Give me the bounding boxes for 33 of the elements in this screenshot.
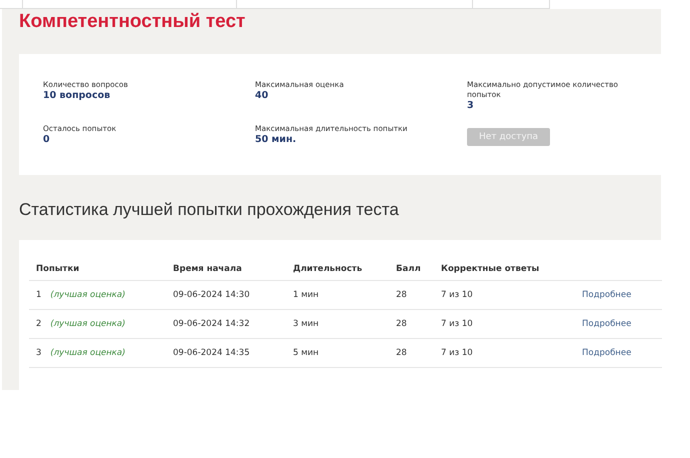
page-title: Компетентностный тест	[19, 10, 246, 34]
table-cell: 09-06-2024 14:30	[166, 280, 286, 310]
table-cell: 09-06-2024 14:32	[166, 310, 286, 338]
details-link[interactable]: Подробнее	[582, 290, 632, 300]
column-header: Длительность	[286, 260, 389, 280]
table-cell: 5 мин	[286, 338, 389, 368]
table-cell: 7 из 10	[434, 310, 575, 338]
table-cell: 09-06-2024 14:35	[166, 338, 286, 368]
table-cell: 7 из 10	[434, 338, 575, 368]
column-header: Попытки	[29, 260, 166, 280]
attempt-number: 1	[36, 290, 42, 300]
best-score-note: (лучшая оценка)	[50, 348, 126, 358]
details-link[interactable]: Подробнее	[582, 319, 632, 329]
info-value: 3	[467, 100, 475, 111]
table-cell: 28	[389, 310, 434, 338]
best-score-note: (лучшая оценка)	[50, 319, 126, 329]
best-score-note: (лучшая оценка)	[50, 290, 126, 300]
column-header: Корректные ответы	[434, 260, 575, 280]
info-value: 0	[43, 134, 51, 145]
info-value: 50 мин.	[255, 134, 298, 145]
table-cell: 28	[389, 338, 434, 368]
info-value: 10 вопросов	[43, 90, 112, 101]
column-header: Время начала	[166, 260, 286, 280]
details-link[interactable]: Подробнее	[582, 348, 632, 358]
info-value: 40	[255, 90, 270, 101]
table-cell: 3 мин	[286, 310, 389, 338]
table-cell: 28	[389, 280, 434, 310]
table-cell: 7 из 10	[434, 280, 575, 310]
section-heading: Статистика лучшей попытки прохождения теста	[19, 199, 400, 221]
table-cell: 1 мин	[286, 280, 389, 310]
column-header: Балл	[389, 260, 434, 280]
attempt-number: 3	[36, 348, 42, 358]
attempt-number: 2	[36, 319, 42, 329]
